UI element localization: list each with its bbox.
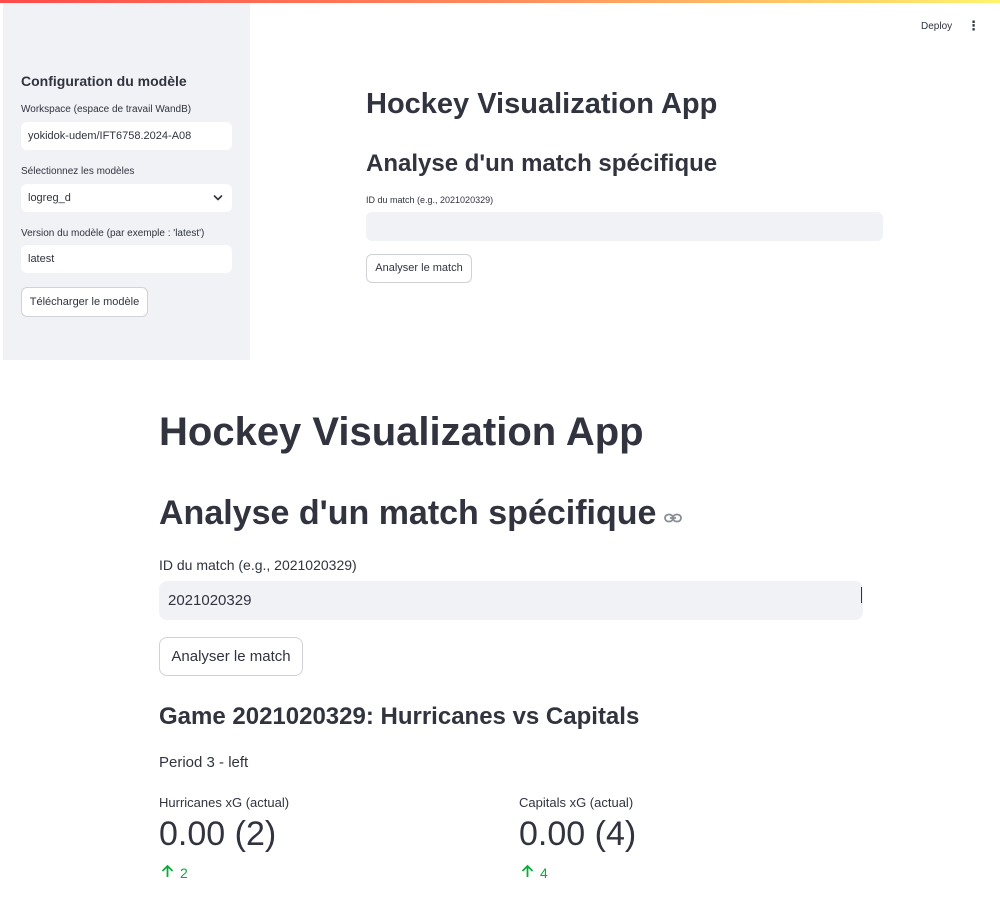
metric-delta: 4: [521, 864, 548, 881]
app-screenshot-top: Configuration du modèle Workspace (espac…: [0, 0, 1000, 360]
workspace-label: Workspace (espace de travail WandB): [21, 104, 192, 115]
metric-delta-value: 2: [180, 865, 188, 881]
sidebar: Configuration du modèle Workspace (espac…: [3, 3, 250, 360]
models-selected-value: logreg_d: [28, 192, 71, 204]
workspace-input[interactable]: yokidok-udem/IFT6758.2024-A08: [21, 122, 232, 150]
kebab-menu-icon[interactable]: ⋮: [967, 19, 980, 33]
period-status: Period 3 - left: [159, 754, 249, 771]
analyze-match-button-zoomed[interactable]: Analyser le match: [159, 637, 303, 676]
version-input[interactable]: latest: [21, 245, 232, 273]
metric-delta-value: 4: [540, 865, 548, 881]
text-cursor: [861, 587, 862, 603]
sidebar-title: Configuration du modèle: [21, 73, 187, 89]
match-id-label: ID du match (e.g., 2021020329): [366, 195, 494, 205]
models-select[interactable]: logreg_d: [21, 184, 232, 212]
metric-label: Hurricanes xG (actual): [159, 795, 290, 810]
match-id-input-zoomed[interactable]: 2021020329: [159, 581, 863, 620]
arrow-up-icon: [161, 864, 174, 881]
section-heading-zoomed: Analyse d'un match spécifique: [159, 494, 683, 535]
page-title: Hockey Visualization App: [366, 88, 718, 120]
deploy-button[interactable]: Deploy: [921, 21, 952, 32]
match-id-input[interactable]: [366, 212, 883, 241]
metric-value: 0.00 (2): [159, 815, 277, 853]
arrow-up-icon: [521, 864, 534, 881]
page-title-zoomed: Hockey Visualization App: [159, 410, 644, 454]
version-label: Version du modèle (par exemple : 'latest…: [21, 228, 205, 239]
game-header: Game 2021020329: Hurricanes vs Capitals: [159, 703, 640, 730]
match-id-label-zoomed: ID du match (e.g., 2021020329): [159, 557, 357, 573]
section-heading: Analyse d'un match spécifique: [366, 150, 718, 177]
match-id-value: 2021020329: [168, 592, 252, 609]
models-label: Sélectionnez les modèles: [21, 166, 135, 177]
chevron-down-icon[interactable]: [213, 184, 223, 223]
section-heading-text: Analyse d'un match spécifique: [159, 494, 657, 532]
link-icon[interactable]: [664, 494, 683, 533]
analyze-match-button[interactable]: Analyser le match: [366, 254, 472, 283]
metric-value: 0.00 (4): [519, 815, 637, 853]
metric-label: Capitals xG (actual): [519, 795, 634, 810]
metric-delta: 2: [161, 864, 188, 881]
download-model-button[interactable]: Télécharger le modèle: [21, 287, 148, 317]
